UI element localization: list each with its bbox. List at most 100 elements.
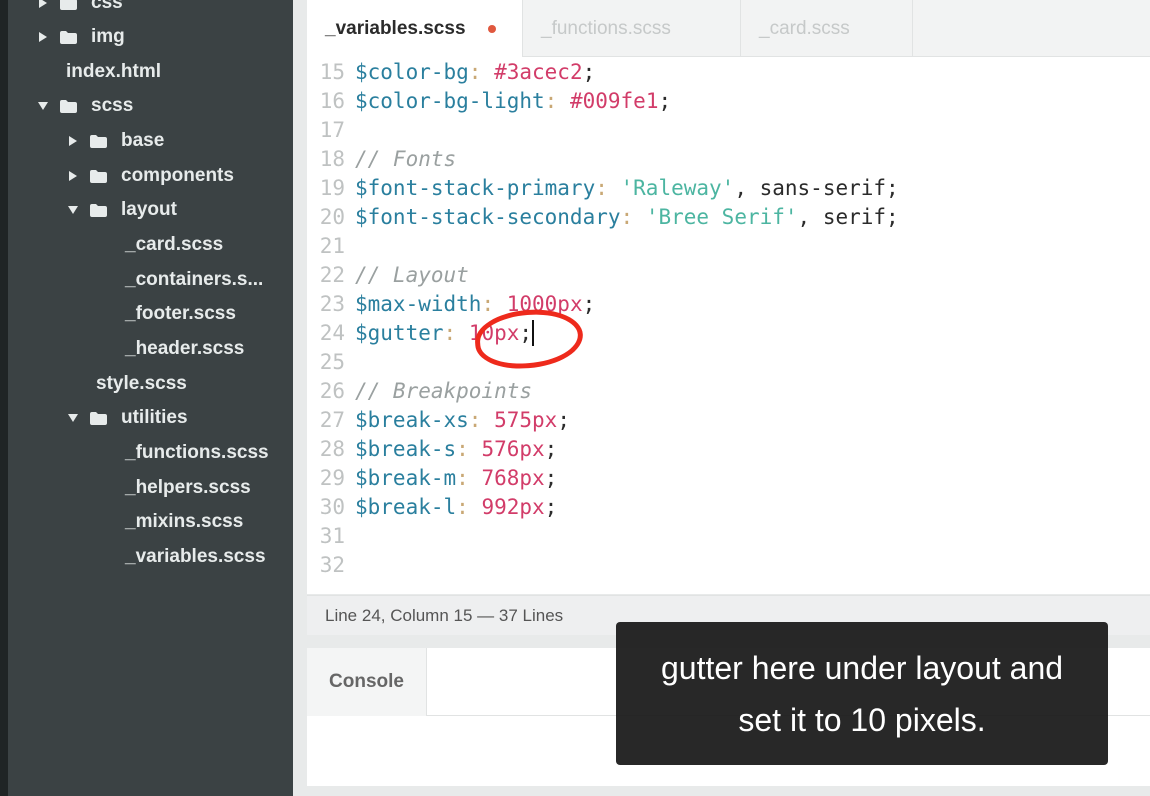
tree-file-header-scss[interactable]: _header.scss — [125, 334, 244, 364]
tree-label: base — [121, 130, 165, 151]
caret-down-icon[interactable] — [68, 414, 78, 422]
code-line: 31 — [307, 521, 355, 550]
folder-icon — [60, 0, 77, 10]
tree-folder-scss[interactable]: scss — [38, 91, 133, 121]
line-number: 32 — [319, 552, 345, 577]
code-line: 27 $break-xs: 575px; — [307, 405, 570, 434]
tab-bar: _variables.scss _functions.scss _card.sc… — [307, 0, 1150, 57]
code-token: $font-stack-secondary — [355, 204, 621, 229]
folder-icon — [60, 30, 77, 44]
code-token: $break-m — [355, 465, 457, 490]
tree-folder-base[interactable]: base — [68, 126, 164, 156]
caret-down-icon[interactable] — [68, 206, 78, 214]
code-token: #3acec2 — [481, 59, 583, 84]
code-token: $color-bg — [355, 59, 469, 84]
caret-right-icon[interactable] — [68, 136, 78, 146]
tab-variables-scss[interactable]: _variables.scss — [307, 0, 523, 57]
code-token: 'Bree Serif' — [633, 204, 798, 229]
console-tab[interactable]: Console — [307, 648, 427, 716]
code-line: 22 // Layout — [307, 260, 469, 289]
code-token: ; — [544, 465, 558, 490]
code-token: ; — [544, 436, 558, 461]
tree-label: _containers.s... — [125, 269, 264, 290]
code-token: ; — [658, 88, 672, 113]
tree-file-helpers-scss[interactable]: _helpers.scss — [125, 473, 251, 503]
tree-folder-layout[interactable]: layout — [68, 195, 177, 225]
code-token: , serif; — [797, 204, 899, 229]
line-number: 30 — [319, 494, 345, 519]
tab-card-scss[interactable]: _card.scss — [741, 0, 913, 57]
code-line: 19 $font-stack-primary: 'Raleway', sans-s… — [307, 173, 899, 202]
line-number: 26 — [319, 378, 345, 403]
code-line: 15 $color-bg: #3acec2; — [307, 57, 596, 86]
code-token: $font-stack-primary — [355, 175, 596, 200]
tree-label: _mixins.scss — [125, 511, 244, 532]
caret-right-icon[interactable] — [38, 32, 48, 42]
code-token: : — [456, 436, 469, 461]
folder-icon — [90, 169, 107, 183]
tree-file-index-html[interactable]: index.html — [66, 57, 161, 87]
code-comment: // Layout — [355, 262, 469, 287]
code-token: $break-xs — [355, 407, 469, 432]
tree-label: _footer.scss — [125, 303, 236, 324]
code-token: ; — [582, 291, 596, 316]
code-line: 32 — [307, 550, 355, 579]
tree-file-style-scss[interactable]: style.scss — [96, 369, 187, 399]
caret-right-icon[interactable] — [68, 171, 78, 181]
code-editor[interactable]: 15 $color-bg: #3acec2; 16 $color-bg-light:… — [307, 57, 1150, 594]
caret-down-icon[interactable] — [38, 102, 48, 110]
video-caption: gutter here under layout and set it to 1… — [616, 622, 1108, 765]
line-number: 15 — [319, 59, 345, 84]
tree-folder-img[interactable]: img — [38, 22, 125, 52]
tree-label: _card.scss — [125, 234, 224, 255]
code-token: ; — [544, 494, 558, 519]
folder-icon — [90, 134, 107, 148]
tree-file-mixins-scss[interactable]: _mixins.scss — [125, 507, 243, 537]
code-line: 17 — [307, 115, 355, 144]
code-token: : — [481, 291, 495, 316]
tree-file-footer-scss[interactable]: _footer.scss — [125, 299, 236, 329]
line-number: 23 — [319, 291, 345, 316]
code-line: 29 $break-m: 768px; — [307, 463, 558, 492]
line-number: 17 — [319, 117, 345, 142]
tab-label: _variables.scss — [325, 17, 466, 39]
caret-right-icon[interactable] — [38, 0, 48, 8]
line-number: 25 — [319, 349, 345, 374]
code-token: 575px — [481, 407, 558, 432]
folder-icon — [60, 99, 77, 113]
code-token: : — [620, 204, 634, 229]
tree-label: components — [121, 165, 234, 186]
code-token: : — [468, 407, 482, 432]
code-line: 25 — [307, 347, 355, 376]
code-token: 'Raleway' — [607, 175, 735, 200]
code-token: ; — [557, 407, 570, 432]
tree-label: _functions.scss — [125, 442, 269, 463]
console-tab-label: Console — [329, 671, 404, 692]
code-token: : — [544, 88, 558, 113]
project-sidebar: css img index.html scss base components … — [8, 0, 293, 796]
code-token: $gutter — [355, 320, 444, 345]
code-token: #009fe1 — [557, 88, 659, 113]
code-token: ; — [582, 59, 596, 84]
tree-file-card-scss[interactable]: _card.scss — [125, 230, 223, 260]
code-token: $break-l — [355, 494, 457, 519]
tree-folder-css[interactable]: css — [38, 0, 123, 18]
tree-file-functions-scss[interactable]: _functions.scss — [125, 438, 269, 468]
tab-functions-scss[interactable]: _functions.scss — [523, 0, 741, 57]
tree-folder-utilities[interactable]: utilities — [68, 403, 188, 433]
code-token: : — [443, 320, 457, 345]
code-comment: // Breakpoints — [355, 378, 533, 403]
code-line: 21 — [307, 231, 355, 260]
code-token: 768px — [468, 465, 545, 490]
line-number: 21 — [319, 233, 345, 258]
code-line: 16 $color-bg-light: #009fe1; — [307, 86, 671, 115]
tree-file-variables-scss[interactable]: _variables.scss — [125, 542, 266, 572]
tree-folder-components[interactable]: components — [68, 161, 234, 191]
code-line: 20 $font-stack-secondary: 'Bree Serif', s… — [307, 202, 899, 231]
tree-label: layout — [121, 199, 177, 220]
tree-file-containers-scss[interactable]: _containers.s... — [125, 265, 263, 295]
line-number: 22 — [319, 262, 345, 287]
code-line: 26 // Breakpoints — [307, 376, 532, 405]
tree-label: _header.scss — [125, 338, 245, 359]
tree-label: utilities — [121, 407, 188, 428]
